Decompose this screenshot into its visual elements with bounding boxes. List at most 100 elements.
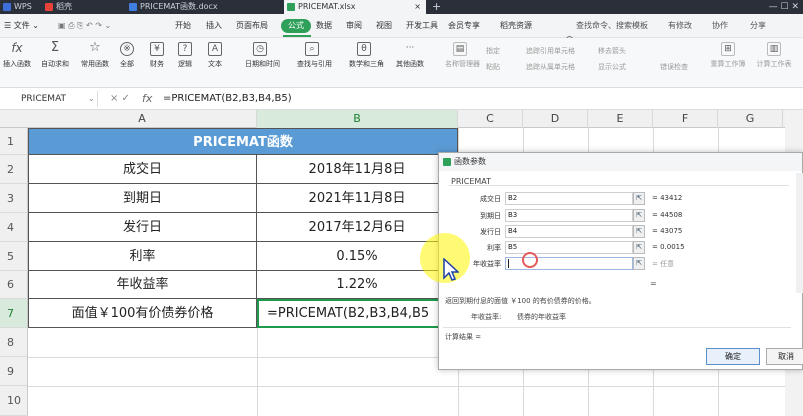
column-header-b[interactable]: B xyxy=(257,110,458,128)
finance-functions-button[interactable]: ¥ 财务 xyxy=(142,42,172,69)
menu-layout[interactable]: 页面布局 xyxy=(236,19,268,33)
cell-b3[interactable]: 2021年11月8日 xyxy=(257,184,458,213)
column-header-f[interactable]: F xyxy=(653,110,718,128)
collab-button[interactable]: 协作 xyxy=(712,19,728,33)
window-controls[interactable]: — ☐ ✕ xyxy=(769,0,799,14)
row-header-8[interactable]: 8 xyxy=(0,328,28,357)
cell-a7[interactable]: 面值￥100有价债券价格 xyxy=(28,299,257,328)
ribbon-label: 文本 xyxy=(208,60,222,68)
dialog-title[interactable]: 函数参数 xyxy=(439,153,802,171)
row-header-9[interactable]: 9 xyxy=(0,357,28,386)
datetime-functions-button[interactable]: ◷ 日期和时间 xyxy=(245,42,280,69)
menu-start[interactable]: 开始 xyxy=(175,19,191,33)
close-tab-icon[interactable]: × xyxy=(414,0,421,14)
menu-member[interactable]: 会员专享 xyxy=(448,19,480,33)
row-header-6[interactable]: 6 xyxy=(0,271,28,299)
menu-view[interactable]: 视图 xyxy=(376,19,392,33)
menu-formula[interactable]: 公式 xyxy=(281,19,311,33)
share-button[interactable]: 分享 xyxy=(750,19,766,33)
lookup-functions-button[interactable]: ⌕ 查找与引用 xyxy=(297,42,332,69)
menu-data[interactable]: 数据 xyxy=(316,19,332,33)
name-manager-button[interactable]: ▤ 名称管理器 xyxy=(445,42,480,69)
calc-sheet-button[interactable]: ▥ 计算工作表 xyxy=(752,42,796,69)
row-header-1[interactable]: 1 xyxy=(0,128,28,155)
name-box[interactable]: PRICEMAT xyxy=(18,91,98,107)
range-select-icon[interactable]: ⇱ xyxy=(633,209,645,222)
ribbon-label: 插入函数 xyxy=(3,60,31,68)
common-functions-button[interactable]: ☆ 常用函数 xyxy=(80,41,110,69)
math-functions-button[interactable]: θ 数学和三角 xyxy=(349,42,384,69)
cancel-confirm-icons[interactable]: × ✓ xyxy=(110,91,130,107)
column-header-e[interactable]: E xyxy=(588,110,653,128)
cancel-button[interactable]: 取消 xyxy=(766,348,803,365)
row-header-4[interactable]: 4 xyxy=(0,213,28,242)
other-functions-button[interactable]: ··· 其他函数 xyxy=(395,42,425,69)
search-box[interactable]: 查找命令、搜索模板 xyxy=(576,19,648,33)
cell-a2[interactable]: 成交日 xyxy=(28,155,257,184)
row-header-5[interactable]: 5 xyxy=(0,242,28,271)
remove-arrows-button[interactable]: 移去箭头 xyxy=(598,46,626,56)
quick-access-icons[interactable]: ▣ ⎙ ⎘ ↶ ↷ ⌄ xyxy=(58,19,111,33)
new-tab-button[interactable]: + xyxy=(432,0,441,14)
arg-input-settlement[interactable]: B2 xyxy=(505,192,633,205)
recalc-workbook-button[interactable]: ⊞ 重算工作簿 xyxy=(706,42,750,69)
fx-icon[interactable]: fx xyxy=(142,91,152,107)
all-functions-button[interactable]: ※ 全部 xyxy=(112,42,142,69)
arg-description-label: 年收益率: xyxy=(471,313,502,321)
tab-docx[interactable]: PRICEMAT函数.docx xyxy=(126,0,274,14)
row-header-10[interactable]: 10 xyxy=(0,386,28,416)
arg-input-maturity[interactable]: B3 xyxy=(505,209,633,222)
insert-function-button[interactable]: fx 插入函数 xyxy=(2,42,32,69)
chevron-down-icon[interactable]: ⌄ xyxy=(88,91,95,107)
row-header-2[interactable]: 2 xyxy=(0,155,28,184)
column-header-a[interactable]: A xyxy=(28,110,257,128)
logic-functions-button[interactable]: ? 逻辑 xyxy=(170,42,200,69)
dialog-scrollbar[interactable] xyxy=(796,173,803,293)
grid-line xyxy=(28,386,785,387)
cell-b4[interactable]: 2017年12月6日 xyxy=(257,213,458,242)
active-cell-border xyxy=(257,299,458,328)
paste-name-button[interactable]: 粘贴 xyxy=(486,62,500,72)
arg-input-issue[interactable]: B4 xyxy=(505,225,633,238)
cell-b2[interactable]: 2018年11月8日 xyxy=(257,155,458,184)
row-header-3[interactable]: 3 xyxy=(0,184,28,213)
sync-status[interactable]: 有修改 xyxy=(668,19,692,33)
formula-input[interactable]: =PRICEMAT(B2,B3,B4,B5) xyxy=(163,91,292,107)
column-header-c[interactable]: C xyxy=(458,110,523,128)
range-select-icon[interactable]: ⇱ xyxy=(633,225,645,238)
calc-icon: ⊞ xyxy=(721,42,735,56)
tab-wps[interactable]: WPS xyxy=(0,0,42,14)
cell-a3[interactable]: 到期日 xyxy=(28,184,257,213)
row-header-7[interactable]: 7 xyxy=(0,299,28,328)
tab-xlsx[interactable]: PRICEMAT.xlsx × xyxy=(284,0,426,14)
show-formula-button[interactable]: 显示公式 xyxy=(598,62,626,72)
cell-a4[interactable]: 发行日 xyxy=(28,213,257,242)
error-check-button[interactable]: 错误检查 xyxy=(660,62,688,72)
menu-dev[interactable]: 开发工具 xyxy=(406,19,438,33)
column-header-d[interactable]: D xyxy=(523,110,588,128)
range-select-icon[interactable]: ⇱ xyxy=(633,192,645,205)
arg-result: = 43075 xyxy=(652,227,683,235)
column-header-g[interactable]: G xyxy=(718,110,783,128)
range-select-icon[interactable]: ⇱ xyxy=(633,241,645,254)
ribbon-label: 计算工作表 xyxy=(756,60,792,68)
menu-review[interactable]: 审阅 xyxy=(346,19,362,33)
menu-file[interactable]: ☰ 文件 ⌄ xyxy=(4,19,39,33)
cell-a5[interactable]: 利率 xyxy=(28,242,257,271)
tab-docx-label: PRICEMAT函数.docx xyxy=(140,2,218,11)
menu-daoke[interactable]: 稻壳资源 xyxy=(500,19,532,33)
specify-button[interactable]: 指定 xyxy=(486,46,500,56)
arg-input-rate[interactable]: B5 xyxy=(505,241,633,254)
ribbon-label: 常用函数 xyxy=(81,60,109,68)
tab-shell[interactable]: 稻壳 xyxy=(42,0,114,14)
autosum-button[interactable]: Σ 自动求和 xyxy=(40,41,70,69)
range-select-icon[interactable]: ⇱ xyxy=(633,257,645,270)
cell-a6[interactable]: 年收益率 xyxy=(28,271,257,299)
table-header-cell[interactable]: PRICEMAT函数 xyxy=(28,128,458,155)
trace-precedents-button[interactable]: 追踪引用单元格 xyxy=(526,46,575,56)
trace-dependents-button[interactable]: 追踪从属单元格 xyxy=(526,62,575,72)
ribbon-label: 逻辑 xyxy=(178,60,192,68)
menu-insert[interactable]: 插入 xyxy=(206,19,222,33)
ok-button[interactable]: 确定 xyxy=(706,348,760,365)
text-functions-button[interactable]: A 文本 xyxy=(200,42,230,69)
